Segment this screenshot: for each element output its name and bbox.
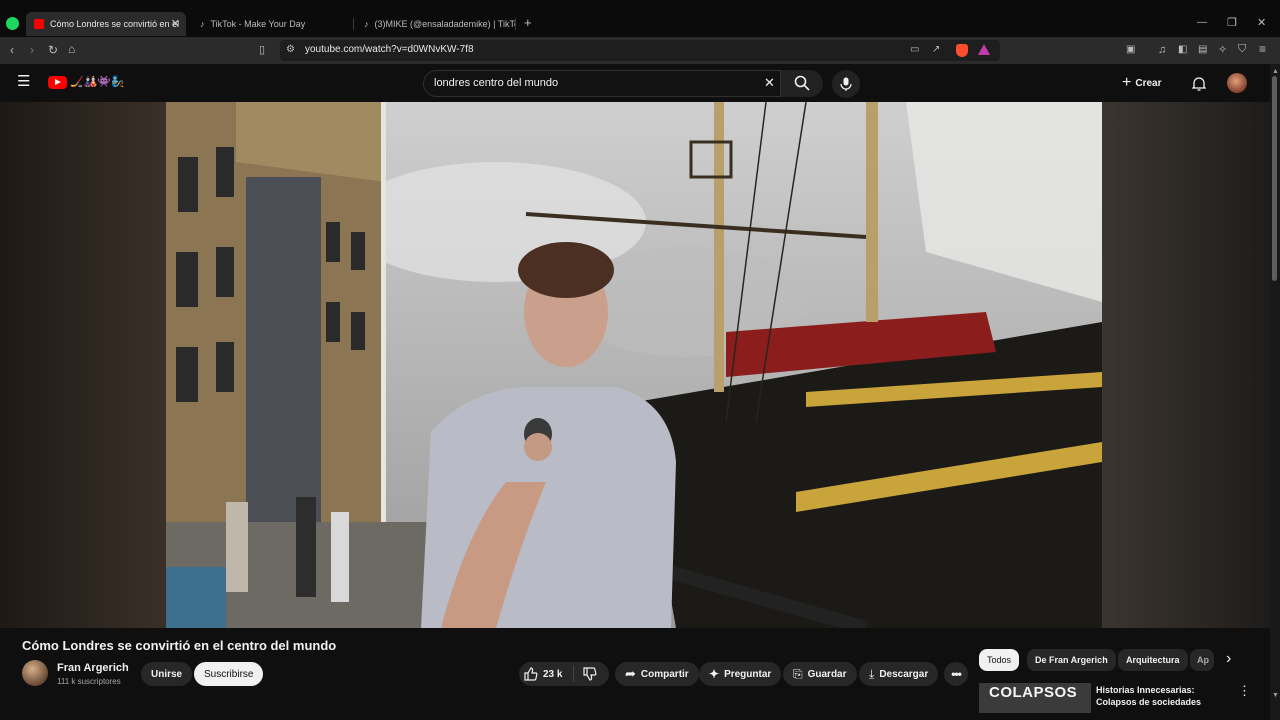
- thumbs-down-icon[interactable]: [583, 667, 597, 681]
- video-title: Cómo Londres se convirtió en el centro d…: [22, 638, 337, 653]
- reload-icon[interactable]: ↻: [48, 44, 58, 56]
- tiktok-favicon-icon: ♪: [200, 19, 205, 29]
- url-field[interactable]: ⚙ youtube.com/watch?v=d0WNvKW-7f8 ▭ ↗: [280, 40, 1000, 61]
- close-tab-icon[interactable]: ✕: [171, 17, 180, 30]
- mic-icon: [840, 77, 852, 91]
- video-still-image: [166, 102, 1102, 628]
- url-text: youtube.com/watch?v=d0WNvKW-7f8: [305, 44, 474, 55]
- create-label: Crear: [1135, 77, 1162, 89]
- sidebar-icon[interactable]: ◧: [1178, 44, 1187, 56]
- vpn-icon[interactable]: ⛉: [1238, 43, 1246, 55]
- youtube-logo-icon[interactable]: [48, 76, 67, 89]
- save-button[interactable]: ⎘ Guardar: [783, 662, 857, 686]
- search-query: londres centro del mundo: [434, 77, 559, 89]
- bell-icon[interactable]: [1192, 76, 1206, 91]
- chip-from-channel[interactable]: De Fran Argerich: [1027, 649, 1116, 671]
- search-icon: [794, 75, 810, 91]
- cast-icon[interactable]: ▭: [910, 44, 919, 56]
- tab-tiktok[interactable]: ♪ TikTok - Make Your Day: [192, 12, 354, 36]
- video-player[interactable]: [0, 102, 1270, 628]
- share-button[interactable]: ➦ Compartir: [615, 662, 699, 686]
- forward-icon[interactable]: ›: [30, 44, 34, 56]
- address-toolbar: ‹ › ↻ ⌂ ▯ ⚙ youtube.com/watch?v=d0WNvKW-…: [0, 37, 1280, 64]
- tab-title: TikTok - Make Your Day: [210, 19, 306, 29]
- bookmark-icon: ⎘: [793, 666, 803, 681]
- tab-title: (3)MIKE (@ensaladademike) | TikTok: [374, 19, 517, 29]
- download-icon: ⤓: [869, 666, 875, 681]
- more-actions-button[interactable]: •••: [944, 662, 968, 686]
- create-button[interactable]: + Crear: [1122, 72, 1161, 94]
- restore-button[interactable]: ❐: [1227, 17, 1237, 29]
- scrollbar-thumb[interactable]: [1272, 76, 1277, 281]
- recommended-thumbnail[interactable]: COLAPSOS: [979, 683, 1091, 713]
- voice-search-button[interactable]: [832, 70, 860, 98]
- close-window-button[interactable]: ✕: [1257, 17, 1266, 29]
- ask-button[interactable]: ✦ Preguntar: [699, 662, 782, 686]
- ask-label: Preguntar: [724, 668, 772, 680]
- player-ambient-right: [1102, 102, 1270, 628]
- download-button[interactable]: ⤓ Descargar: [859, 662, 939, 686]
- tab-youtube[interactable]: Cómo Londres se convirtió en el ✕: [26, 12, 186, 36]
- doodle-emoji[interactable]: 🏒🎎👾🧞: [70, 75, 125, 88]
- scroll-down-icon[interactable]: ▼: [1272, 690, 1279, 702]
- plus-icon: +: [1122, 74, 1132, 91]
- account-avatar[interactable]: [1227, 73, 1247, 93]
- music-icon[interactable]: ♫: [1158, 44, 1166, 56]
- minimize-button[interactable]: —: [1197, 17, 1207, 29]
- browser-tab-bar: Cómo Londres se convirtió en el ✕ ♪ TikT…: [0, 0, 1280, 37]
- leo-ai-icon[interactable]: ✧: [1218, 44, 1227, 56]
- like-button[interactable]: 23 k: [524, 666, 562, 682]
- tab-divider: [353, 18, 354, 30]
- dislike-divider: [573, 666, 574, 682]
- chevron-right-icon[interactable]: ›: [1226, 651, 1231, 667]
- tab-divider: [515, 18, 516, 30]
- brave-shield-icon[interactable]: [956, 44, 968, 57]
- site-settings-icon[interactable]: ⚙: [286, 44, 295, 56]
- subscribe-button[interactable]: Suscribirse: [194, 662, 264, 686]
- menu-icon[interactable]: ☰: [17, 74, 30, 89]
- share-label: Compartir: [640, 668, 689, 680]
- save-label: Guardar: [807, 668, 847, 680]
- clear-search-icon[interactable]: ✕: [764, 76, 775, 89]
- search-input[interactable]: londres centro del mundo ✕: [423, 70, 781, 97]
- youtube-header: ☰ 🏒🎎👾🧞 londres centro del mundo ✕ + Crea…: [0, 64, 1270, 102]
- chip-all[interactable]: Todos: [979, 649, 1020, 671]
- new-tab-button[interactable]: +: [524, 16, 532, 29]
- thumbnail-text: COLAPSOS: [989, 684, 1078, 701]
- chip-partial[interactable]: Ap: [1190, 649, 1214, 671]
- share-icon: ➦: [625, 666, 636, 681]
- join-button[interactable]: Unirse: [141, 662, 193, 686]
- browser-menu-icon[interactable]: ≡: [1259, 43, 1266, 55]
- bookmark-icon[interactable]: ▯: [259, 44, 265, 56]
- share-page-icon[interactable]: ↗: [932, 44, 940, 56]
- video-frame[interactable]: [166, 102, 1102, 628]
- tiktok-favicon-icon: ♪: [364, 19, 369, 29]
- tab-title: Cómo Londres se convirtió en el: [50, 19, 180, 29]
- more-vertical-icon[interactable]: ⋮: [1238, 684, 1251, 697]
- browser-menu-icon[interactable]: [6, 17, 19, 30]
- wallet-icon[interactable]: ▤: [1198, 44, 1207, 56]
- home-icon[interactable]: ⌂: [68, 43, 75, 55]
- play-triangle-icon: [55, 79, 61, 85]
- thumbs-up-icon: [524, 667, 538, 681]
- chip-architecture[interactable]: Arquitectura: [1118, 649, 1188, 671]
- player-ambient-left: [0, 102, 166, 628]
- channel-name[interactable]: Fran Argerich: [57, 662, 129, 674]
- subscriber-count: 111 k suscriptores: [57, 677, 121, 686]
- back-icon[interactable]: ‹: [10, 44, 14, 56]
- reader-icon[interactable]: ▣: [1126, 44, 1135, 56]
- like-count: 23 k: [543, 668, 563, 680]
- more-horizontal-icon: •••: [951, 667, 962, 681]
- channel-avatar[interactable]: [22, 660, 48, 686]
- sparkle-icon: ✦: [709, 667, 720, 681]
- page-scrollbar[interactable]: ▲ ▼: [1270, 64, 1280, 720]
- tab-tiktok-profile[interactable]: ♪ (3)MIKE (@ensaladademike) | TikTok: [356, 12, 516, 36]
- download-label: Descargar: [879, 668, 929, 680]
- recommended-title[interactable]: Historias Innecesarias: Colapsos de soci…: [1096, 684, 1226, 708]
- youtube-favicon-icon: [34, 19, 44, 29]
- rewards-icon[interactable]: [978, 44, 990, 55]
- search-button[interactable]: [781, 70, 823, 97]
- scroll-up-icon[interactable]: ▲: [1272, 66, 1279, 78]
